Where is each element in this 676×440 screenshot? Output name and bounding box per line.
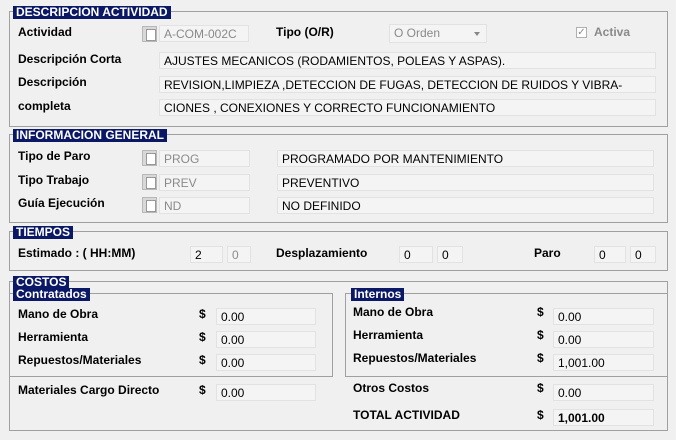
tipo-paro-code[interactable]: PROG [159, 150, 250, 167]
internos-repuestos-field[interactable]: 1,001.00 [553, 354, 654, 371]
tipo-select-value: O Orden [394, 26, 441, 40]
internos-mano-obra-field[interactable]: 0.00 [553, 308, 654, 325]
tipo-paro-label: Tipo de Paro [18, 149, 91, 163]
tipo-paro-lookup-icon[interactable] [142, 150, 157, 166]
guia-ejecucion-lookup-icon[interactable] [142, 197, 157, 213]
actividad-lookup-icon[interactable] [142, 26, 157, 42]
desc-corta-label: Descripción Corta [18, 52, 122, 66]
desplazamiento-hours[interactable]: 0 [399, 246, 433, 263]
paro-label: Paro [534, 246, 561, 260]
materiales-cargo-directo-currency: $ [199, 383, 206, 397]
activa-checkbox[interactable]: ✓ [576, 27, 587, 38]
tipo-trabajo-lookup-icon[interactable] [142, 174, 157, 190]
contratados-title: Contratados [13, 288, 90, 301]
actividad-field[interactable]: A-COM-002C [159, 25, 249, 42]
total-actividad-field: 1,001.00 [553, 409, 654, 426]
contratados-repuestos-label: Repuestos/Materiales [18, 353, 142, 367]
internos-herramienta-currency: $ [537, 328, 544, 342]
otros-costos-currency: $ [537, 381, 544, 395]
desc-completa-line-1[interactable]: REVISION,LIMPIEZA ,DETECCION DE FUGAS, D… [159, 76, 656, 93]
guia-ejecucion-desc: NO DEFINIDO [277, 197, 654, 214]
tipo-trabajo-desc: PREVENTIVO [277, 174, 654, 191]
otros-costos-field[interactable]: 0.00 [553, 384, 654, 401]
internos-repuestos-label: Repuestos/Materiales [353, 351, 477, 365]
contratados-mano-obra-currency: $ [199, 307, 206, 321]
internos-mano-obra-label: Mano de Obra [353, 305, 434, 319]
internos-mano-obra-currency: $ [537, 305, 544, 319]
contratados-herramienta-label: Herramienta [18, 330, 89, 344]
paro-minutes[interactable]: 0 [630, 246, 656, 263]
chevron-down-icon [474, 32, 480, 36]
tipo-trabajo-code[interactable]: PREV [159, 174, 250, 191]
contratados-repuestos-field[interactable]: 0.00 [216, 354, 316, 371]
internos-title: Internos [351, 288, 405, 301]
contratados-repuestos-currency: $ [199, 353, 206, 367]
guia-ejecucion-code[interactable]: ND [159, 197, 250, 214]
tipo-select[interactable]: O Orden [389, 24, 487, 43]
otros-costos-label: Otros Costos [353, 381, 430, 395]
estimado-label: Estimado : ( HH:MM) [18, 246, 136, 260]
desc-corta-field[interactable]: AJUSTES MECANICOS (RODAMIENTOS, POLEAS Y… [159, 52, 656, 69]
materiales-cargo-directo-field[interactable]: 0.00 [216, 384, 316, 401]
total-actividad-label: TOTAL ACTIVIDAD [353, 408, 460, 422]
materiales-cargo-directo-label: Materiales Cargo Directo [18, 383, 160, 397]
total-actividad-currency: $ [537, 408, 544, 422]
estimado-hours[interactable]: 2 [190, 246, 223, 263]
desc-completa-label-2: completa [18, 99, 71, 113]
contratados-mano-obra-label: Mano de Obra [18, 307, 99, 321]
contratados-mano-obra-field[interactable]: 0.00 [216, 308, 316, 325]
tipo-paro-desc: PROGRAMADO POR MANTENIMIENTO [277, 150, 654, 167]
desc-completa-line-2[interactable]: CIONES , CONEXIONES Y CORRECTO FUNCIONAM… [159, 99, 656, 116]
internos-herramienta-field[interactable]: 0.00 [553, 331, 654, 348]
tipo-trabajo-label: Tipo Trabajo [18, 173, 90, 187]
informacion-general-title: INFORMACION GENERAL [13, 129, 167, 142]
desplazamiento-minutes[interactable]: 0 [437, 246, 463, 263]
tiempos-title: TIEMPOS [13, 226, 74, 239]
descripcion-actividad-title: DESCRIPCION ACTIVIDAD [13, 6, 171, 19]
contratados-herramienta-currency: $ [199, 330, 206, 344]
internos-herramienta-label: Herramienta [353, 328, 424, 342]
desplazamiento-label: Desplazamiento [276, 246, 368, 260]
contratados-herramienta-field[interactable]: 0.00 [216, 331, 316, 348]
activa-label: Activa [594, 25, 631, 39]
internos-repuestos-currency: $ [537, 351, 544, 365]
desc-completa-label-1: Descripción [18, 75, 87, 89]
tipo-label: Tipo (O/R) [276, 25, 334, 39]
guia-ejecucion-label: Guía Ejecución [18, 196, 105, 210]
actividad-label: Actividad [18, 25, 73, 39]
paro-hours[interactable]: 0 [594, 246, 626, 263]
estimado-minutes[interactable]: 0 [227, 246, 251, 263]
